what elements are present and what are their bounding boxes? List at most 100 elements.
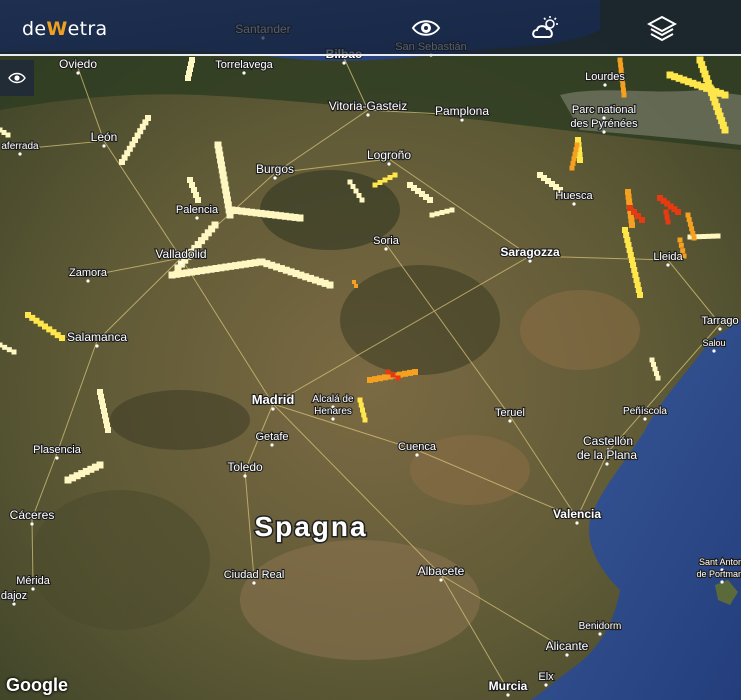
city-label: Soria [373, 235, 400, 247]
precip-cell [691, 235, 697, 241]
precip-cell [665, 219, 671, 225]
precip-cell [358, 402, 364, 408]
precip-cell [392, 172, 398, 178]
precip-cell [361, 412, 367, 418]
city-label: de la Plana [577, 448, 637, 462]
city-dot [243, 474, 247, 478]
city-label: Henares [314, 406, 352, 417]
city-dot [179, 261, 183, 265]
city-label: dajoz [1, 590, 27, 602]
eye-icon [8, 72, 26, 84]
city-label: Cáceres [10, 508, 55, 522]
city-label: Murcia [489, 679, 528, 693]
precip-cell [0, 342, 3, 348]
precip-cell [655, 375, 661, 381]
city-dot [528, 259, 532, 263]
precip-cell [354, 284, 358, 288]
precip-cell [5, 132, 11, 138]
cloud-sun-icon [532, 16, 558, 38]
city-dot [565, 653, 569, 657]
logo-accent: W [46, 18, 68, 40]
city-label: Benidorm [579, 621, 622, 632]
city-label: Cuenca [398, 441, 437, 453]
precip-cell [377, 180, 383, 185]
precip-cell [617, 57, 623, 63]
precip-cell [59, 335, 65, 341]
city-label: Logroño [367, 148, 411, 162]
precip-cell [427, 197, 433, 203]
city-dot [718, 327, 722, 331]
precip-cell [357, 397, 363, 403]
precip-cell [577, 157, 583, 163]
precip-cell [573, 147, 579, 153]
city-label: Mérida [16, 575, 51, 587]
precip-cell [620, 82, 626, 88]
precip-cell [571, 156, 577, 162]
precip-cell [621, 92, 627, 98]
city-dot [508, 419, 512, 423]
precip-cell [185, 75, 191, 81]
city-dot [55, 456, 59, 460]
city-dot [603, 83, 607, 87]
precip-cell [362, 417, 368, 423]
city-dot [86, 279, 90, 283]
precip-cell [387, 175, 393, 180]
city-dot [439, 578, 443, 582]
city-label: Valencia [553, 507, 601, 521]
layer-visibility-toggle[interactable] [0, 60, 34, 96]
precip-cell [686, 217, 692, 223]
city-label: Alicante [546, 639, 589, 653]
precip-cell [677, 237, 683, 243]
city-dot [387, 162, 391, 166]
city-label: Palencia [176, 204, 219, 216]
city-label: Teruel [495, 407, 525, 419]
precip-cell [715, 233, 721, 239]
city-dot [598, 632, 602, 636]
city-label: Oviedo [59, 57, 97, 71]
precip-cell [689, 226, 695, 232]
city-label: Peñíscola [623, 406, 667, 417]
precip-cell [11, 349, 17, 355]
city-label: Toledo [227, 460, 263, 474]
country-label: Spagna [254, 511, 367, 542]
city-dot [18, 152, 22, 156]
precip-cell [382, 177, 388, 183]
layers-button[interactable] [645, 12, 679, 44]
city-dot [331, 417, 335, 421]
city-dot [95, 344, 99, 348]
precip-cell [687, 221, 693, 227]
city-dot [572, 202, 576, 206]
city-dot [102, 144, 106, 148]
app-logo[interactable]: deWetra [22, 14, 107, 44]
city-label: aferrada [1, 141, 39, 152]
precip-cell [651, 362, 656, 367]
precip-cell [701, 234, 707, 239]
city-dot [30, 522, 34, 526]
precip-cell [385, 369, 391, 375]
city-dot [544, 683, 548, 687]
precip-cell [395, 375, 401, 381]
precip-cell [675, 209, 681, 215]
satellite-map[interactable]: SantanderBilbaoSan SebastiánOviedoTorrel… [0, 0, 741, 700]
precip-cell [685, 212, 691, 218]
precip-cell [570, 160, 576, 166]
city-dot [342, 61, 346, 65]
precip-cell [372, 182, 378, 188]
precip-cell [620, 87, 626, 93]
precip-cell [211, 221, 219, 229]
city-dot [270, 443, 274, 447]
city-dot [460, 118, 464, 122]
city-label: Elx [538, 671, 554, 683]
logo-prefix: de [22, 18, 47, 40]
precip-cell [721, 91, 729, 99]
precip-cell [444, 208, 450, 214]
precip-cell [412, 369, 418, 375]
city-label: Pamplona [435, 104, 489, 118]
city-dot [252, 581, 256, 585]
city-dot [575, 521, 579, 525]
visibility-button[interactable] [409, 12, 443, 44]
city-label: Madrid [252, 392, 295, 407]
city-dot [666, 263, 670, 267]
city-dot [602, 130, 606, 134]
weather-button[interactable] [528, 12, 562, 44]
